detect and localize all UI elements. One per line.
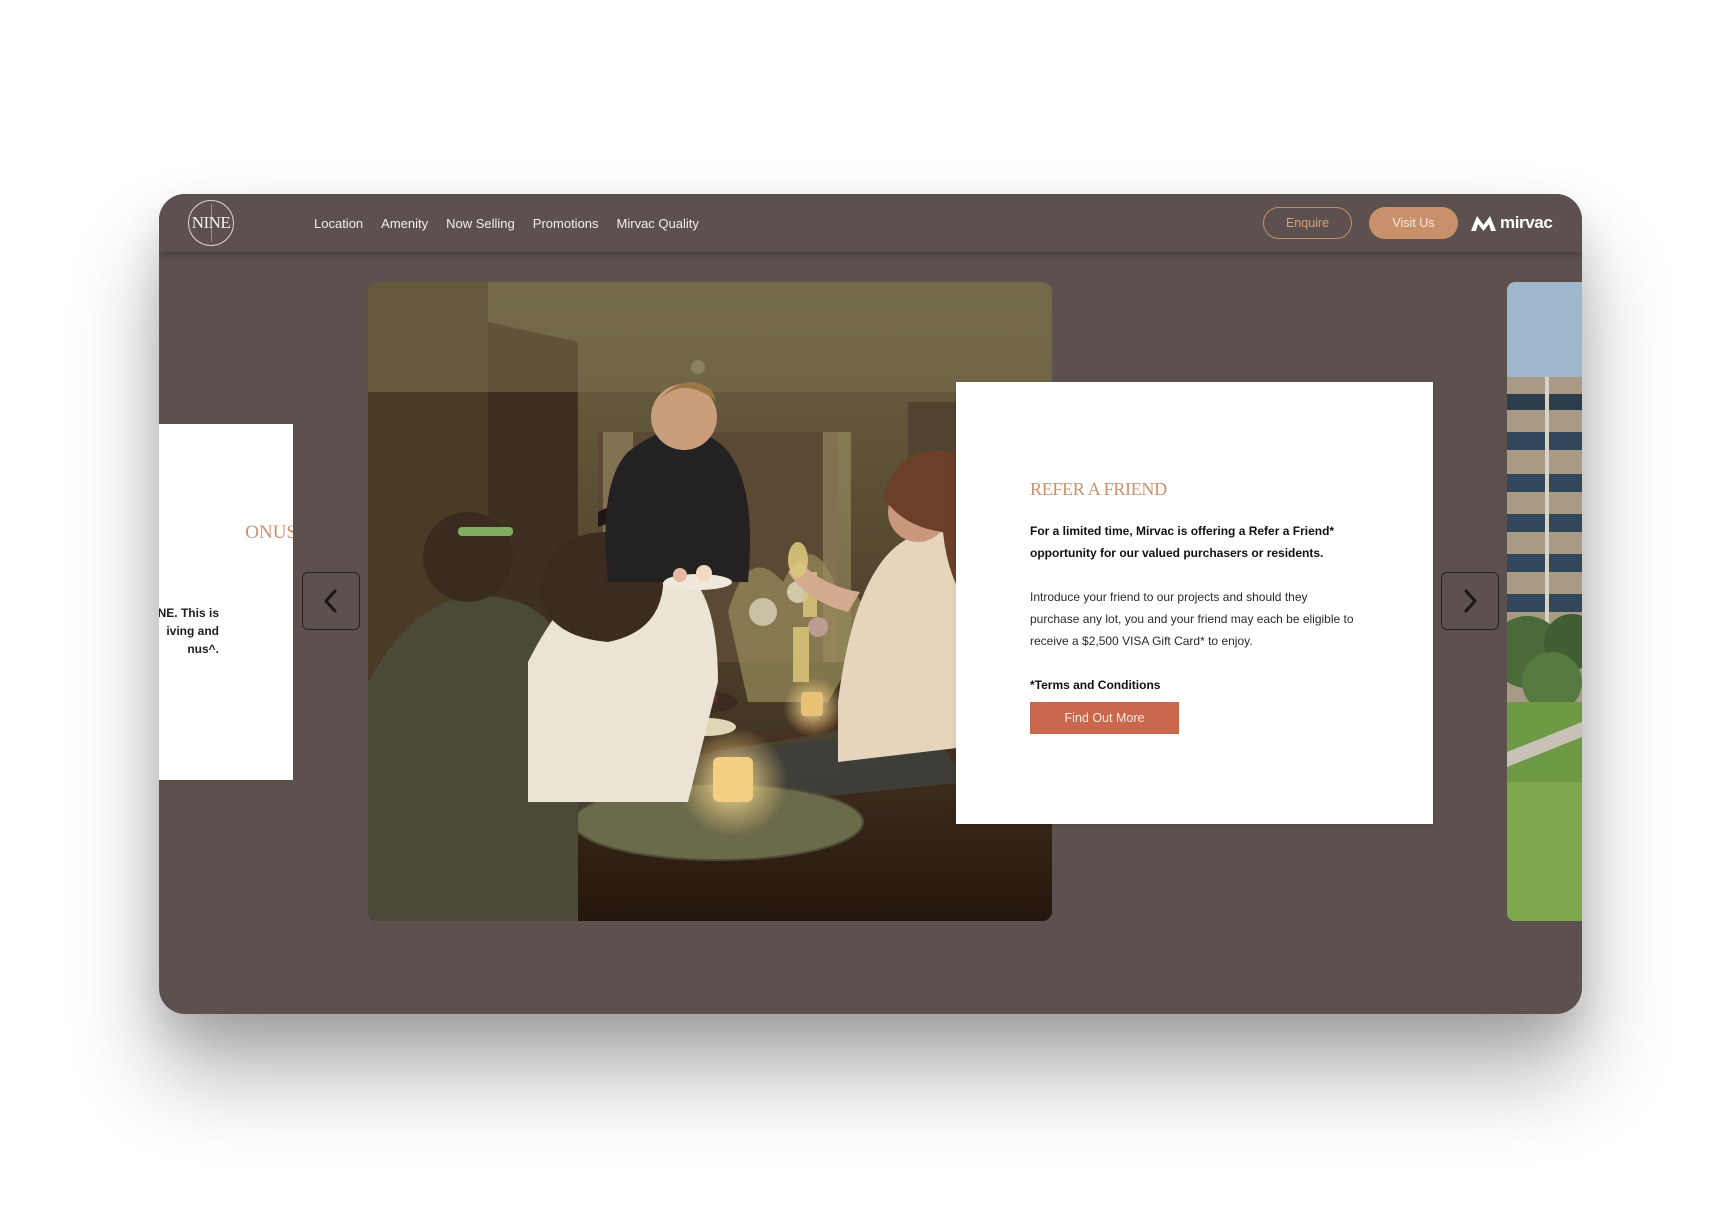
carousel-slide-next[interactable]: [1507, 282, 1582, 921]
find-out-more-button[interactable]: Find Out More: [1030, 702, 1179, 734]
carousel-next-button[interactable]: [1441, 572, 1499, 630]
previous-slide-title: ONUS: [245, 522, 293, 543]
previous-slide-line: NE. This is: [159, 606, 219, 620]
nine-logo[interactable]: NINE: [188, 200, 234, 246]
nav-link-amenity[interactable]: Amenity: [381, 216, 428, 231]
mirvac-logo[interactable]: mirvac: [1470, 210, 1553, 236]
nav-link-now-selling[interactable]: Now Selling: [446, 216, 515, 231]
nav-link-promotions[interactable]: Promotions: [533, 216, 599, 231]
mirvac-wordmark: mirvac: [1500, 213, 1553, 232]
enquire-button[interactable]: Enquire: [1263, 207, 1352, 239]
site-header: NINE Location Amenity Now Selling Promot…: [159, 194, 1582, 252]
previous-slide-text: NE. This is iving and nus^.: [159, 604, 219, 658]
card-lead-text: For a limited time, Mirvac is offering a…: [1030, 524, 1335, 560]
logo-text: NINE: [191, 213, 231, 232]
carousel-prev-button[interactable]: [302, 572, 360, 630]
terms-and-conditions-link[interactable]: *Terms and Conditions: [1030, 674, 1359, 696]
chevron-left-icon: [324, 589, 337, 613]
card-title: REFER A FRIEND: [1030, 479, 1167, 499]
dinner-party-photo: [368, 282, 1052, 921]
browser-window: NINE Location Amenity Now Selling Promot…: [159, 194, 1582, 1014]
card-body-text: Introduce your friend to our projects an…: [1030, 590, 1354, 648]
mirvac-mark-icon: [1471, 216, 1496, 231]
previous-slide-line: nus^.: [187, 642, 219, 656]
previous-slide-line: iving and: [166, 624, 219, 638]
main-nav: Location Amenity Now Selling Promotions …: [314, 194, 699, 252]
chevron-right-icon: [1464, 589, 1477, 613]
carousel-slide-previous[interactable]: ONUS NE. This is iving and nus^.: [159, 424, 293, 780]
visit-us-button[interactable]: Visit Us: [1369, 207, 1458, 239]
nav-link-location[interactable]: Location: [314, 216, 363, 231]
refer-a-friend-card: REFER A FRIEND For a limited time, Mirva…: [956, 382, 1433, 824]
nav-link-mirvac-quality[interactable]: Mirvac Quality: [617, 216, 699, 231]
